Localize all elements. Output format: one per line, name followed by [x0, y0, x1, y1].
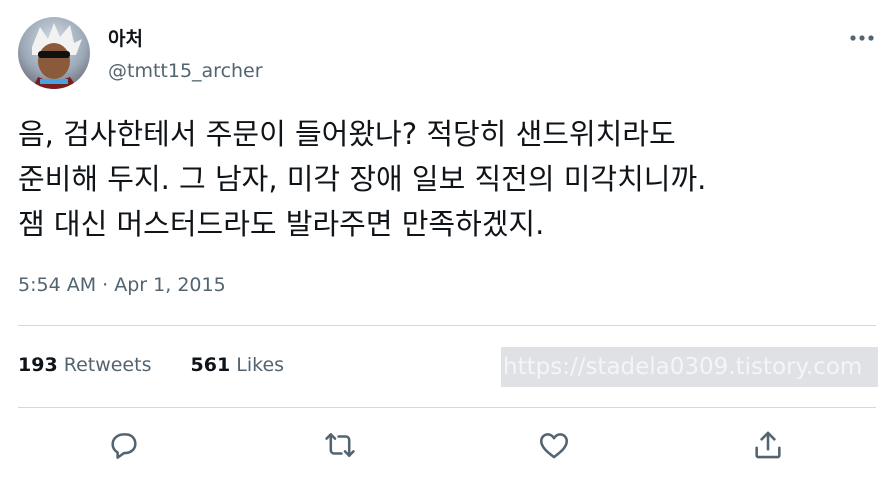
retweets-label: Retweets	[63, 354, 152, 376]
tweet-time[interactable]: 5:54 AM	[18, 274, 96, 296]
like-icon[interactable]	[537, 428, 571, 462]
likes-stat[interactable]: 561 Likes	[191, 354, 285, 376]
retweet-icon[interactable]	[323, 428, 357, 462]
divider-top	[18, 325, 876, 326]
stats-row: 193 Retweets 561 Likes	[18, 354, 284, 376]
watermark: https://stadela0309.tistory.com	[501, 347, 878, 387]
tweet-text: 음, 검사한테서 주문이 들어왔나? 적당히 샌드위치라도 준비해 두지. 그 …	[18, 117, 707, 241]
avatar-image	[32, 23, 82, 89]
handle[interactable]: @tmtt15_archer	[108, 60, 263, 82]
divider-bottom	[18, 407, 876, 408]
retweets-stat[interactable]: 193 Retweets	[18, 354, 151, 376]
reply-icon[interactable]	[107, 428, 141, 462]
likes-count: 561	[190, 354, 231, 376]
timestamp-separator: ·	[102, 274, 109, 296]
avatar[interactable]	[18, 17, 90, 89]
retweets-count: 193	[18, 354, 58, 376]
share-icon[interactable]	[751, 428, 785, 462]
more-options-icon[interactable]	[848, 28, 876, 41]
timestamp-row: 5:54 AM · Apr 1, 2015	[18, 274, 226, 296]
display-name[interactable]: 아처	[108, 24, 143, 51]
tweet-date[interactable]: Apr 1, 2015	[114, 274, 225, 296]
likes-label: Likes	[236, 354, 285, 376]
